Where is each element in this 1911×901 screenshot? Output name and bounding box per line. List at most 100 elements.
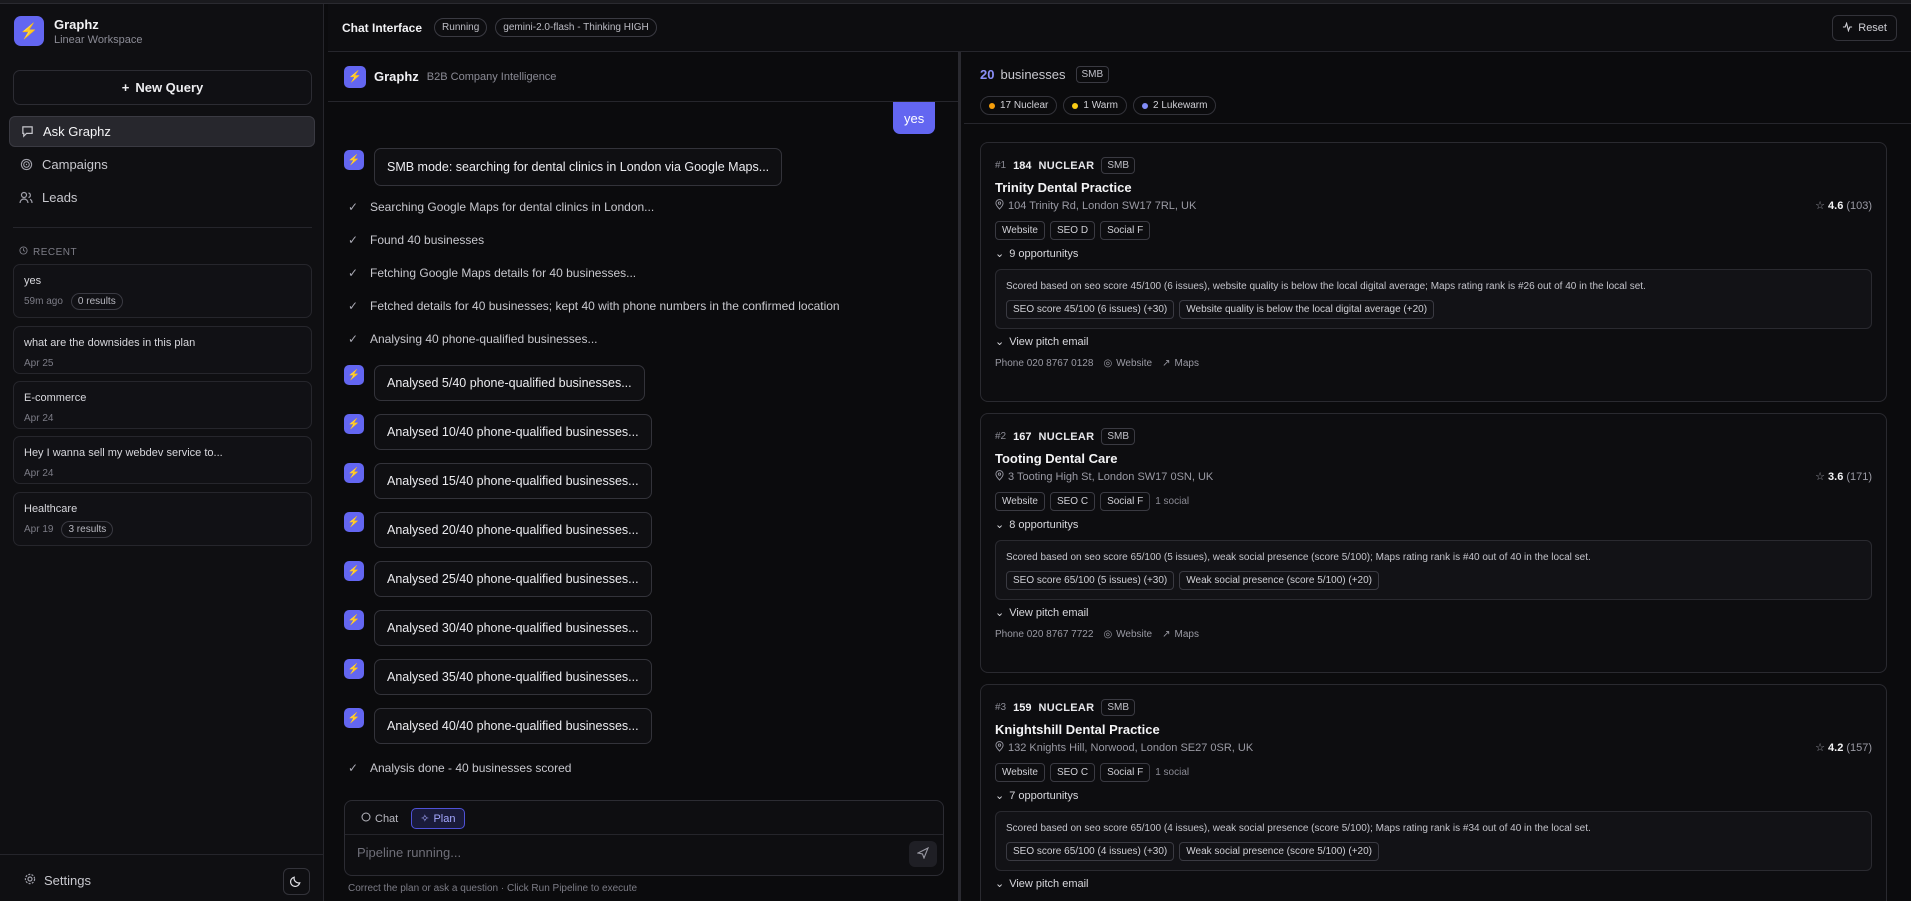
message-bubble: Analysed 25/40 phone-qualified businesse… [374, 561, 652, 597]
opportunities-toggle[interactable]: ⌄ 8 opportunitys [995, 518, 1078, 532]
opportunities-toggle[interactable]: ⌄ 7 opportunitys [995, 789, 1078, 803]
temp-filter-warm[interactable]: 1 Warm [1063, 96, 1127, 115]
review-count: (171) [1846, 470, 1872, 483]
recent-item[interactable]: yes 59m ago 0 results [13, 264, 312, 318]
recent-item[interactable]: Hey I wanna sell my webdev service to...… [13, 436, 312, 484]
chat-subtitle: B2B Company Intelligence [426, 70, 557, 83]
bolt-logo-icon: ⚡ [14, 16, 44, 46]
temp-label: 2 Lukewarm [1153, 100, 1208, 111]
step-item: ✓ Analysis done - 40 businesses scored [348, 761, 571, 775]
reset-button[interactable]: Reset [1832, 15, 1897, 41]
target-icon [19, 158, 33, 172]
score: 159 [1013, 701, 1032, 714]
recent-item[interactable]: E-commerce Apr 24 [13, 381, 312, 429]
step-text: Found 40 businesses [370, 233, 485, 247]
message-input[interactable]: Pipeline running... [357, 845, 461, 860]
page-title: Chat Interface [342, 20, 423, 35]
view-pitch-email-toggle[interactable]: ⌄ View pitch email [995, 877, 1089, 891]
business-card[interactable]: #2 167 NUCLEAR SMB Tooting Dental Care 3… [980, 413, 1887, 673]
nav-item-campaigns[interactable]: Campaigns [9, 149, 315, 180]
reset-label: Reset [1858, 22, 1887, 34]
theme-toggle-button[interactable] [283, 868, 310, 895]
tab-plan[interactable]: ✧ Plan [411, 808, 465, 829]
chevron-down-icon: ⌄ [995, 607, 1005, 619]
chip-seo: SEO C [1049, 763, 1096, 782]
recent-item[interactable]: what are the downsides in this plan Apr … [13, 326, 312, 374]
message-bubble: Analysed 30/40 phone-qualified businesse… [374, 610, 652, 646]
map-pin-icon [995, 741, 1004, 755]
nav-item-ask-graphz[interactable]: Ask Graphz [9, 116, 315, 147]
temperature-filters: 17 Nuclear 1 Warm 2 Lukewarm [980, 96, 1217, 115]
recent-item-title: yes [24, 275, 42, 287]
maps-link[interactable]: ↗ Maps [1162, 629, 1199, 640]
brand[interactable]: ⚡ Graphz Linear Workspace [14, 16, 142, 46]
message-composer: Chat ✧ Plan Pipeline running... [344, 800, 944, 876]
recent-item[interactable]: Healthcare Apr 19 3 results [13, 492, 312, 546]
view-pitch-email-toggle[interactable]: ⌄ View pitch email [995, 606, 1089, 620]
message-bubble: Analysed 5/40 phone-qualified businesses… [374, 365, 645, 401]
external-link-icon: ↗ [1162, 629, 1171, 640]
business-card[interactable]: #1 184 NUCLEAR SMB Trinity Dental Practi… [980, 142, 1887, 402]
lead-level: NUCLEAR [1038, 701, 1095, 714]
results-badge: 3 results [61, 521, 114, 538]
temp-filter-lukewarm[interactable]: 2 Lukewarm [1133, 96, 1217, 115]
view-pitch-email-toggle[interactable]: ⌄ View pitch email [995, 335, 1089, 349]
score-factor: SEO score 65/100 (5 issues) (+30) [1006, 571, 1175, 590]
business-name: Trinity Dental Practice [995, 180, 1132, 195]
chip-website: Website [995, 221, 1045, 240]
website-label: Website [1116, 358, 1153, 369]
results-count-number: 20 [980, 67, 995, 82]
business-name: Knightshill Dental Practice [995, 722, 1160, 737]
star-icon: ☆ [1815, 471, 1826, 483]
step-item: ✓ Fetching Google Maps details for 40 bu… [348, 266, 636, 280]
address-text: 3 Tooting High St, London SW17 0SN, UK [1008, 471, 1214, 483]
results-count-label: businesses [1000, 67, 1066, 82]
recent-item-time: Apr 25 [24, 358, 54, 369]
mode-badge: SMB [1101, 699, 1136, 716]
lead-level: NUCLEAR [1038, 430, 1095, 443]
maps-link[interactable]: ↗ Maps [1162, 358, 1199, 369]
chevron-down-icon: ⌄ [995, 336, 1005, 348]
step-text: Analysing 40 phone-qualified businesses.… [370, 332, 598, 346]
website-link[interactable]: ◎ Website [1103, 629, 1152, 640]
tab-chat[interactable]: Chat [353, 808, 406, 829]
send-button[interactable] [909, 841, 937, 867]
step-item: ✓ Fetched details for 40 businesses; kep… [348, 299, 840, 313]
chip-social: Social F [1100, 221, 1151, 240]
phone-number: Phone 020 8767 7722 [995, 629, 1094, 640]
score-detail-box: Scored based on seo score 45/100 (6 issu… [995, 269, 1872, 329]
mode-badge: SMB [1101, 157, 1136, 174]
assistant-message: ⚡ Analysed 35/40 phone-qualified busines… [344, 659, 652, 695]
gear-icon [24, 873, 36, 888]
score-factor: SEO score 65/100 (4 issues) (+30) [1006, 842, 1175, 861]
temp-label: 1 Warm [1083, 100, 1118, 111]
new-query-button[interactable]: + New Query [13, 70, 312, 105]
website-link[interactable]: ◎ Website [1103, 358, 1152, 369]
check-icon: ✓ [348, 200, 359, 214]
pitch-label: View pitch email [1009, 606, 1089, 619]
review-count: (103) [1846, 199, 1872, 212]
recent-item-time: Apr 24 [24, 413, 54, 424]
recent-item-title: Hey I wanna sell my webdev service to... [24, 447, 223, 459]
nav-item-leads[interactable]: Leads [9, 182, 315, 213]
sidebar-bottom-divider [0, 854, 324, 855]
recent-item-time: Apr 24 [24, 468, 54, 479]
settings-button[interactable]: Settings [24, 873, 91, 888]
users-icon [19, 191, 33, 205]
assistant-message: ⚡ Analysed 10/40 phone-qualified busines… [344, 414, 652, 450]
step-text: Searching Google Maps for dental clinics… [370, 200, 655, 214]
card-score-row: #1 184 NUCLEAR SMB [995, 157, 1136, 174]
bolt-avatar-icon: ⚡ [344, 512, 364, 532]
rank: #3 [995, 702, 1007, 713]
composer-tabs: Chat ✧ Plan [353, 808, 465, 829]
opportunities-toggle[interactable]: ⌄ 9 opportunitys [995, 247, 1078, 261]
recent-item-title: Healthcare [24, 503, 78, 515]
rating-value: 4.6 [1828, 199, 1844, 212]
message-bubble: Analysed 20/40 phone-qualified businesse… [374, 512, 652, 548]
temp-filter-nuclear[interactable]: 17 Nuclear [980, 96, 1058, 115]
business-card[interactable]: #3 159 NUCLEAR SMB Knightshill Dental Pr… [980, 684, 1887, 901]
globe-icon: ◎ [1103, 629, 1113, 640]
results-badge: 0 results [70, 293, 123, 310]
maps-label: Maps [1174, 358, 1199, 369]
check-icon: ✓ [348, 233, 359, 247]
